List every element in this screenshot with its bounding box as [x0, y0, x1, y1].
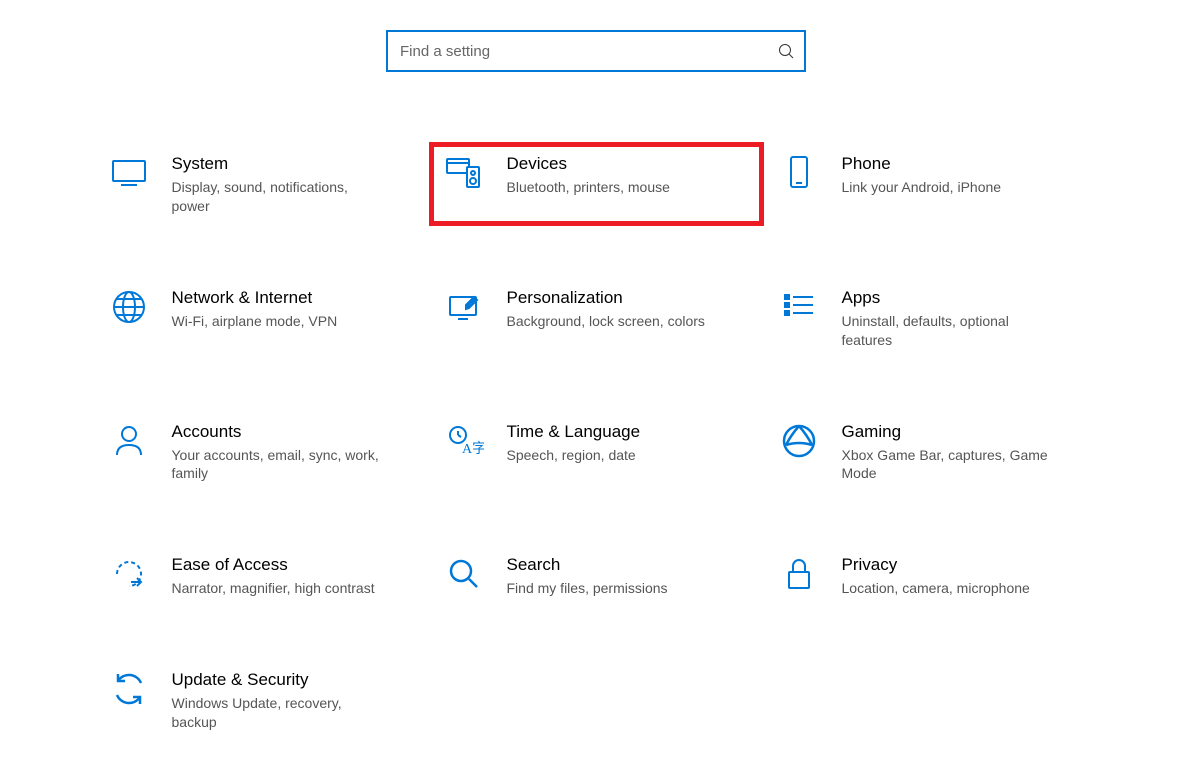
- phone-icon: [778, 152, 820, 194]
- category-title: Apps: [842, 288, 1052, 308]
- category-desc: Your accounts, email, sync, work, family: [172, 446, 382, 484]
- category-text: Gaming Xbox Game Bar, captures, Game Mod…: [842, 420, 1052, 484]
- category-text: Ease of Access Narrator, magnifier, high…: [172, 553, 375, 598]
- category-network[interactable]: Network & Internet Wi-Fi, airplane mode,…: [94, 276, 429, 360]
- category-desc: Windows Update, recovery, backup: [172, 694, 382, 732]
- ease-icon: [108, 553, 150, 595]
- category-text: Update & Security Windows Update, recove…: [172, 668, 382, 732]
- category-desc: Uninstall, defaults, optional features: [842, 312, 1052, 350]
- category-ease-of-access[interactable]: Ease of Access Narrator, magnifier, high…: [94, 543, 429, 608]
- search-container: [386, 30, 806, 72]
- time-language-icon: A字: [443, 420, 485, 462]
- category-text: System Display, sound, notifications, po…: [172, 152, 382, 216]
- category-title: Phone: [842, 154, 1002, 174]
- category-gaming[interactable]: Gaming Xbox Game Bar, captures, Game Mod…: [764, 410, 1099, 494]
- category-desc: Link your Android, iPhone: [842, 178, 1002, 197]
- category-title: Privacy: [842, 555, 1030, 575]
- category-title: Search: [507, 555, 668, 575]
- apps-icon: [778, 286, 820, 328]
- category-text: Devices Bluetooth, printers, mouse: [507, 152, 670, 197]
- category-privacy[interactable]: Privacy Location, camera, microphone: [764, 543, 1099, 608]
- category-title: Network & Internet: [172, 288, 338, 308]
- category-search[interactable]: Search Find my files, permissions: [429, 543, 764, 608]
- personalization-icon: [443, 286, 485, 328]
- category-title: Update & Security: [172, 670, 382, 690]
- category-text: Privacy Location, camera, microphone: [842, 553, 1030, 598]
- svg-text:A字: A字: [462, 441, 484, 457]
- category-system[interactable]: System Display, sound, notifications, po…: [94, 142, 429, 226]
- settings-grid: System Display, sound, notifications, po…: [94, 142, 1099, 742]
- category-title: Devices: [507, 154, 670, 174]
- category-title: Personalization: [507, 288, 705, 308]
- update-icon: [108, 668, 150, 710]
- category-desc: Background, lock screen, colors: [507, 312, 705, 331]
- category-desc: Wi-Fi, airplane mode, VPN: [172, 312, 338, 331]
- search-input[interactable]: [386, 30, 806, 72]
- category-text: Apps Uninstall, defaults, optional featu…: [842, 286, 1052, 350]
- category-desc: Bluetooth, printers, mouse: [507, 178, 670, 197]
- privacy-icon: [778, 553, 820, 595]
- category-text: Search Find my files, permissions: [507, 553, 668, 598]
- category-desc: Find my files, permissions: [507, 579, 668, 598]
- search-category-icon: [443, 553, 485, 595]
- devices-icon: [443, 152, 485, 194]
- category-title: Time & Language: [507, 422, 641, 442]
- category-text: Time & Language Speech, region, date: [507, 420, 641, 465]
- search-icon: [778, 43, 794, 59]
- system-icon: [108, 152, 150, 194]
- category-personalization[interactable]: Personalization Background, lock screen,…: [429, 276, 764, 360]
- category-text: Accounts Your accounts, email, sync, wor…: [172, 420, 382, 484]
- category-title: Gaming: [842, 422, 1052, 442]
- category-desc: Location, camera, microphone: [842, 579, 1030, 598]
- gaming-icon: [778, 420, 820, 462]
- globe-icon: [108, 286, 150, 328]
- category-text: Network & Internet Wi-Fi, airplane mode,…: [172, 286, 338, 331]
- category-title: Accounts: [172, 422, 382, 442]
- category-accounts[interactable]: Accounts Your accounts, email, sync, wor…: [94, 410, 429, 494]
- category-desc: Display, sound, notifications, power: [172, 178, 382, 216]
- accounts-icon: [108, 420, 150, 462]
- category-desc: Narrator, magnifier, high contrast: [172, 579, 375, 598]
- category-title: Ease of Access: [172, 555, 375, 575]
- category-desc: Speech, region, date: [507, 446, 641, 465]
- category-title: System: [172, 154, 382, 174]
- category-desc: Xbox Game Bar, captures, Game Mode: [842, 446, 1052, 484]
- category-update[interactable]: Update & Security Windows Update, recove…: [94, 658, 429, 742]
- category-time[interactable]: A字 Time & Language Speech, region, date: [429, 410, 764, 494]
- category-devices[interactable]: Devices Bluetooth, printers, mouse: [429, 142, 764, 226]
- category-phone[interactable]: Phone Link your Android, iPhone: [764, 142, 1099, 226]
- category-text: Phone Link your Android, iPhone: [842, 152, 1002, 197]
- category-text: Personalization Background, lock screen,…: [507, 286, 705, 331]
- category-apps[interactable]: Apps Uninstall, defaults, optional featu…: [764, 276, 1099, 360]
